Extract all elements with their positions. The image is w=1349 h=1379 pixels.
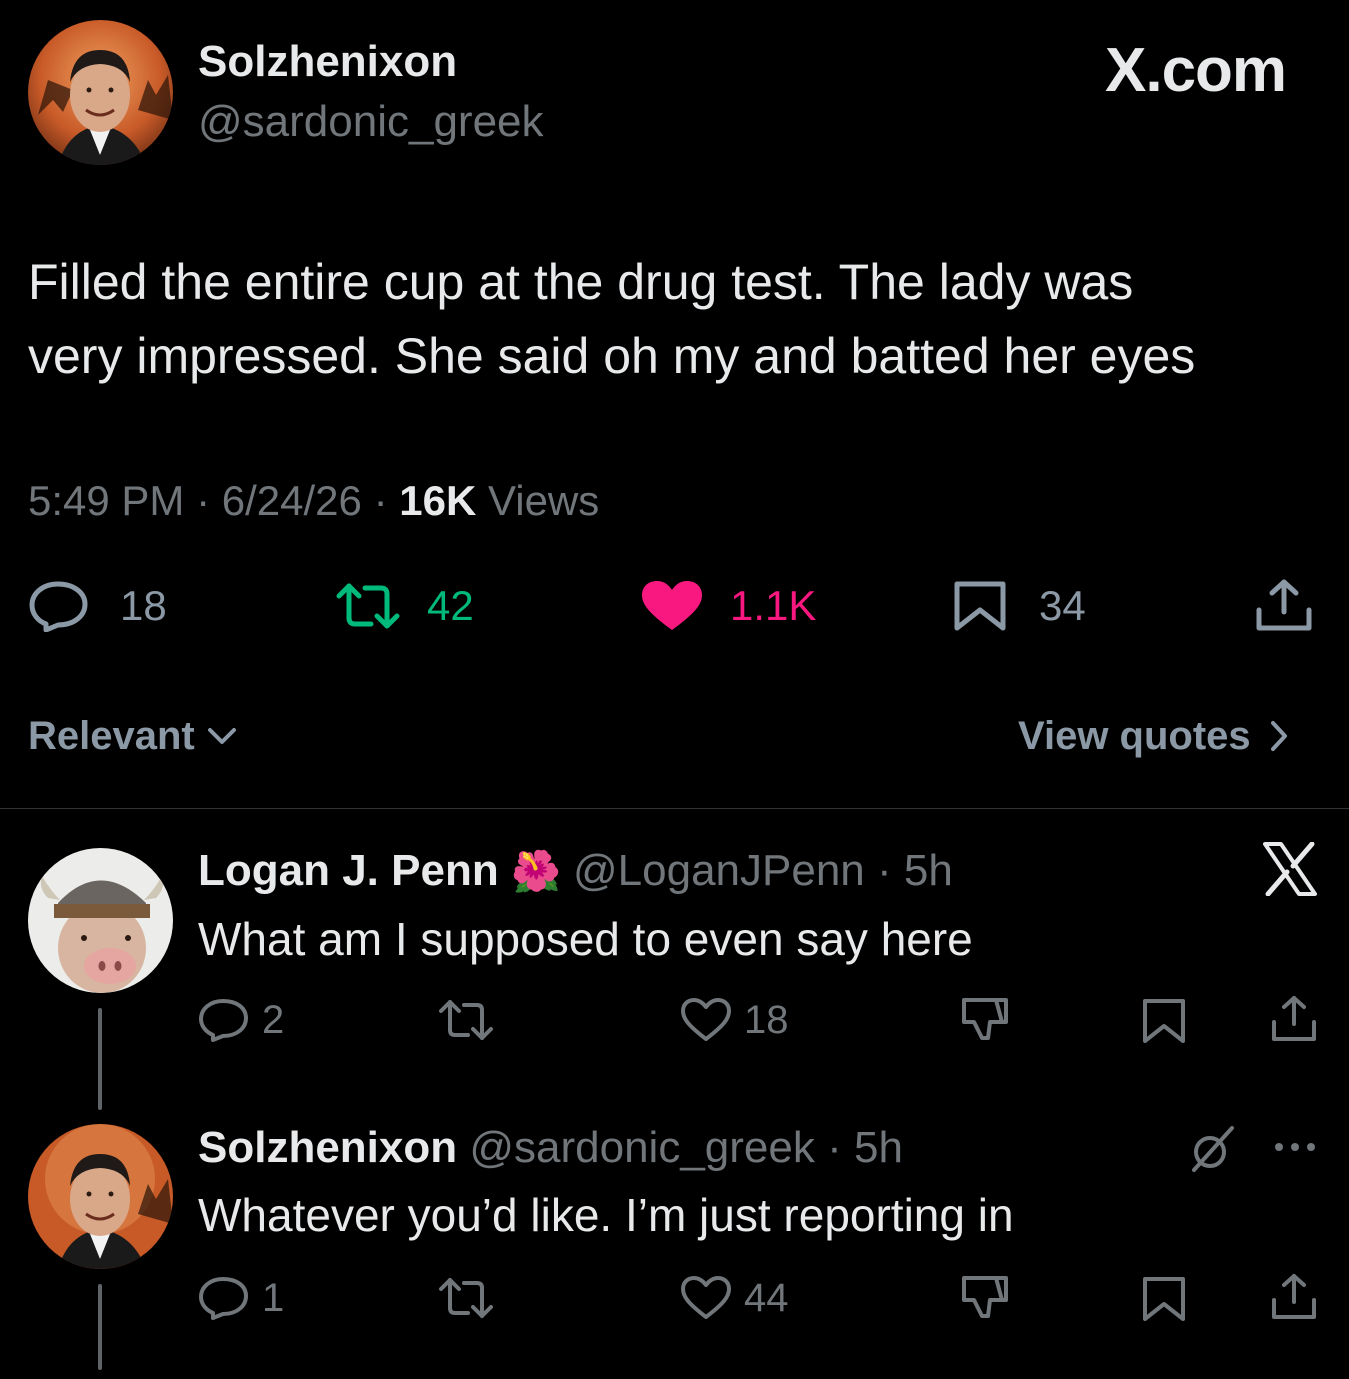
author-handle[interactable]: @sardonic_greek bbox=[198, 98, 544, 146]
repost-button[interactable]: 42 bbox=[335, 580, 474, 632]
meta-separator: · bbox=[827, 1123, 842, 1172]
reply-count: 1 bbox=[262, 1275, 285, 1320]
heart-icon bbox=[680, 998, 732, 1042]
x-logo-icon bbox=[1262, 842, 1318, 896]
tweet-text-line-2: very impressed. She said oh my and batte… bbox=[28, 328, 1196, 384]
reply-count: 18 bbox=[120, 582, 167, 629]
reply-avatar[interactable] bbox=[28, 848, 173, 993]
sort-label: Relevant bbox=[28, 713, 195, 758]
chevron-right-icon bbox=[1269, 720, 1289, 752]
bookmark-button[interactable]: 34 bbox=[953, 580, 1086, 632]
share-icon[interactable] bbox=[1255, 578, 1313, 634]
reply-time[interactable]: 5h bbox=[854, 1123, 903, 1172]
reply-count: 2 bbox=[262, 997, 285, 1042]
like-count: 44 bbox=[744, 1275, 789, 1320]
section-divider bbox=[0, 808, 1349, 809]
like-count: 18 bbox=[744, 997, 789, 1042]
reply-header: Solzhenixon @sardonic_greek · 5h bbox=[198, 1122, 903, 1174]
reply-time[interactable]: 5h bbox=[904, 846, 953, 895]
bookmark-count: 34 bbox=[1039, 582, 1086, 629]
like-count: 1.1K bbox=[730, 582, 817, 629]
bookmark-icon bbox=[953, 580, 1007, 632]
reply-icon bbox=[198, 1276, 250, 1320]
meta-separator: · bbox=[877, 846, 892, 895]
reply-handle[interactable]: @LoganJPenn bbox=[573, 846, 865, 895]
views-count: 16K bbox=[399, 477, 477, 524]
hibiscus-emoji: 🌺 bbox=[510, 850, 561, 894]
reply-handle[interactable]: @sardonic_greek bbox=[469, 1123, 815, 1172]
grok-icon[interactable] bbox=[1188, 1124, 1238, 1174]
like-button[interactable]: 1.1K bbox=[640, 580, 816, 632]
bookmark-icon[interactable] bbox=[1142, 998, 1186, 1044]
reply-text: What am I supposed to even say here bbox=[198, 913, 973, 965]
repost-icon[interactable] bbox=[438, 1276, 494, 1320]
reply-header: Logan J. Penn 🌺 @LoganJPenn · 5h bbox=[198, 845, 953, 898]
like-button[interactable]: 44 bbox=[680, 1276, 789, 1320]
thread-line bbox=[98, 1008, 102, 1110]
reply-reply-button[interactable]: 2 bbox=[198, 998, 284, 1042]
sort-dropdown[interactable]: Relevant bbox=[28, 712, 237, 760]
share-icon[interactable] bbox=[1270, 994, 1318, 1044]
tweet-time: 5:49 PM bbox=[28, 477, 185, 524]
reply-icon bbox=[198, 998, 250, 1042]
views-label: Views bbox=[487, 477, 600, 524]
author-avatar[interactable] bbox=[28, 20, 173, 165]
heart-filled-icon bbox=[640, 580, 704, 632]
heart-icon bbox=[680, 1276, 732, 1320]
downvote-icon[interactable] bbox=[960, 996, 1010, 1044]
author-display-name[interactable]: Solzhenixon bbox=[198, 38, 457, 86]
reply-text: Whatever you’d like. I’m just reporting … bbox=[198, 1189, 1014, 1241]
meta-separator: · bbox=[196, 477, 211, 524]
meta-separator: · bbox=[373, 477, 388, 524]
view-quotes-label: View quotes bbox=[1018, 713, 1251, 758]
thread-line bbox=[98, 1284, 102, 1370]
reply-icon bbox=[28, 580, 90, 632]
bookmark-icon[interactable] bbox=[1142, 1276, 1186, 1322]
reply-display-name[interactable]: Logan J. Penn bbox=[198, 846, 499, 895]
view-quotes-link[interactable]: View quotes bbox=[1018, 712, 1289, 760]
repost-icon[interactable] bbox=[438, 998, 494, 1042]
reply-reply-button[interactable]: 1 bbox=[198, 1276, 284, 1320]
repost-count: 42 bbox=[427, 582, 474, 629]
repost-icon bbox=[335, 580, 401, 632]
reply-button[interactable]: 18 bbox=[28, 580, 167, 632]
tweet-date: 6/24/26 bbox=[221, 477, 362, 524]
more-options-icon[interactable] bbox=[1272, 1140, 1318, 1154]
tweet-text-line-1: Filled the entire cup at the drug test. … bbox=[28, 254, 1134, 310]
share-icon[interactable] bbox=[1270, 1272, 1318, 1322]
chevron-down-icon bbox=[207, 726, 237, 746]
reply-display-name[interactable]: Solzhenixon bbox=[198, 1123, 457, 1172]
tweet-meta: 5:49 PM · 6/24/26 · 16K Views bbox=[28, 477, 599, 525]
brand-watermark: X.com bbox=[1105, 36, 1287, 105]
downvote-icon[interactable] bbox=[960, 1274, 1010, 1322]
like-button[interactable]: 18 bbox=[680, 998, 789, 1042]
reply-avatar[interactable] bbox=[28, 1124, 173, 1269]
